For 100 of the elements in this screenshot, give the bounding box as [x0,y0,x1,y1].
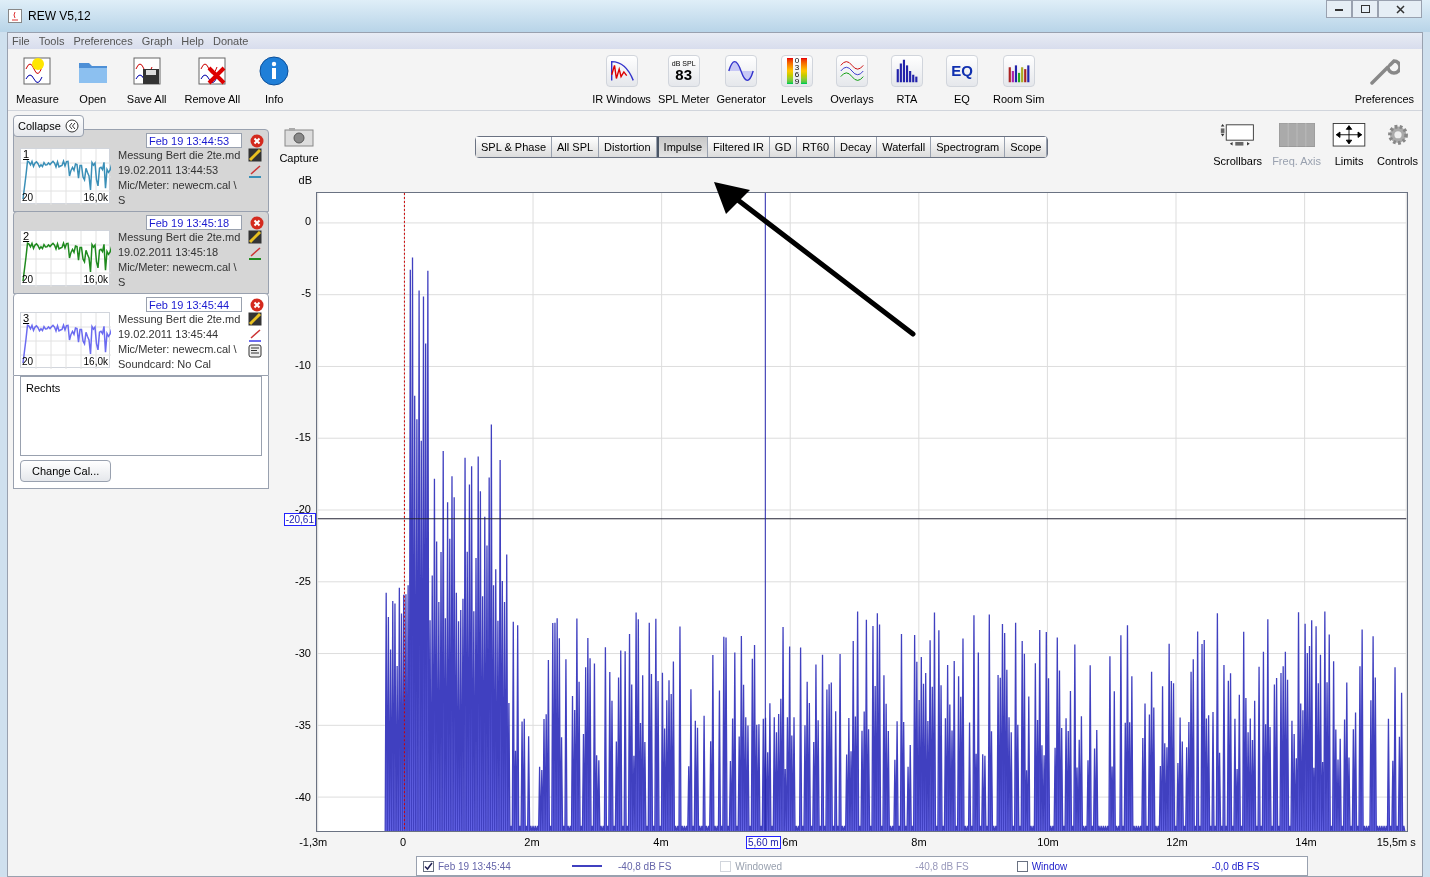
x-tick-label: 0 [399,837,407,848]
x-tick-label: 8m [911,837,927,848]
capture-button[interactable]: Capture [278,127,320,167]
toolbar-button[interactable]: Generator [716,55,766,108]
change-cal-button[interactable]: Change Cal... [20,460,112,482]
measurement-info: Mic/Meter: newecm.cal \ [118,342,238,357]
check-icon [424,861,433,871]
grid-panel-icon [1278,123,1315,147]
camera-icon [284,127,314,147]
x-tick-label: 10m [1037,837,1059,848]
toolbar-button[interactable]: Measure [14,55,61,108]
y-tick-label: 0 [304,216,311,227]
toolbar-button[interactable]: RTA [882,55,931,108]
measurement-info: S [118,275,127,290]
toolbar-button[interactable]: Room Sim [992,55,1045,108]
toolbar-button[interactable]: IR Windows [592,55,651,108]
graph-tab[interactable]: Scope [1005,137,1048,157]
menu-item[interactable]: Tools [38,32,65,50]
close-icon[interactable] [250,133,264,148]
eq-icon: EQ [945,55,978,87]
legend-checkbox[interactable] [423,860,434,872]
menu-item[interactable]: Preferences [73,32,133,50]
toolbar-button[interactable]: Overlays [827,55,876,108]
collapse-button[interactable]: Collapse [13,115,84,137]
close-icon[interactable] [250,215,264,230]
graph-tab[interactable]: GD [769,137,798,157]
response-thumbnail[interactable]: 2 20 16,0k [20,230,110,286]
axis-label: 20 [22,193,34,203]
measurement-name-field[interactable]: Feb 19 13:45:44 [146,297,242,312]
preferences-button[interactable]: Preferences [1354,55,1422,108]
pen-line-icon[interactable] [248,246,262,260]
measurement-info: Messung Bert die 2te.md [118,230,240,245]
maximize-button[interactable] [1352,0,1378,18]
level-meter-icon: 0 3 6 9 [780,55,813,87]
menu-item[interactable]: File [12,32,30,50]
close-icon [1395,4,1405,14]
impulse-decay-icon [605,55,638,87]
close-button[interactable] [1378,0,1422,18]
minimize-button[interactable] [1326,0,1352,18]
graph-tab[interactable]: Distortion [599,137,657,157]
measurement-card[interactable]: Feb 19 13:45:18 2 20 16,0k Messung Bert die 2te.md 19.02.2011 13:45:18 Mic/Meter: newecm.cal \ S [13,211,269,294]
y-tick-label: -20 [295,504,311,515]
graph-tab[interactable]: RT60 [797,137,836,157]
pen-line-icon[interactable] [248,164,262,178]
measurement-info: Messung Bert die 2te.md [118,312,240,327]
y-tick-label: -15 [295,432,311,443]
measurement-card[interactable]: Feb 19 13:45:44 3 20 16,0k Messung Bert die 2te.md 19.02.2011 13:45:44 Mic/Meter: newecm.cal \ Soundcard: No Cal [13,293,269,376]
graph-tab[interactable]: Waterfall [877,137,932,157]
window-title: REW V5,12 [28,8,91,25]
legend-label: Windowed [735,859,784,874]
line-swatch-icon [572,864,602,868]
graph-tab[interactable]: Impulse [656,137,709,157]
cursor-value-label: 5,60 m [746,836,781,849]
legend-checkbox[interactable] [1016,860,1028,872]
measurement-name-field[interactable]: Feb 19 13:45:18 [146,215,242,230]
toolbar-button[interactable]: 0 3 6 9 Levels [772,55,821,108]
measurement-number: 2 [23,231,30,242]
document-icon[interactable] [248,344,262,358]
graph-tab[interactable]: Spectrogram [931,137,1006,157]
measurement-number: 3 [23,313,30,324]
cursor-line[interactable] [764,192,766,832]
info-icon [258,55,291,87]
graph-tab[interactable]: SPL & Phase [476,137,553,157]
close-icon[interactable] [250,297,264,312]
measurement-info: 19.02.2011 13:44:53 [118,163,220,178]
toolbar-button[interactable]: Open [74,55,111,108]
graph-tab[interactable]: Filtered IR [708,137,770,157]
menu-item[interactable]: Donate [212,32,249,50]
response-thumbnail[interactable]: 3 20 16,0k [20,312,110,368]
cursor-line[interactable] [317,518,1407,520]
graph-tab[interactable]: Decay [835,137,878,157]
pencil-chart-icon[interactable] [248,230,262,244]
chart-cross-icon [196,55,229,87]
pen-line-icon[interactable] [248,328,262,342]
pencil-chart-icon[interactable] [248,312,262,326]
cursor-value-label: -20,61 [283,512,316,526]
y-tick-label: -5 [301,288,311,299]
graph-tab[interactable]: All SPL [552,137,600,157]
impulse-plot[interactable] [316,192,1408,832]
toolbar-button[interactable]: Remove All [182,55,243,108]
notes-field[interactable]: Rechts [20,376,262,456]
y-tick-label: -25 [295,576,311,587]
menu-item[interactable]: Graph [141,32,173,50]
response-thumbnail[interactable]: 1 20 16,0k [20,148,110,204]
graph-tool-button[interactable]: Limits [1331,123,1368,169]
x-tick-label: -1,3m [299,837,328,848]
pencil-chart-icon[interactable] [248,148,262,162]
x-tick-label: 12m [1166,837,1188,848]
toolbar-button[interactable]: Save All [124,55,169,108]
menu-item[interactable]: Help [181,32,204,50]
toolbar-button[interactable]: EQ EQ [937,55,986,108]
graph-tool-button[interactable]: Scrollbars [1213,123,1263,169]
legend-label: Feb 19 13:45:44 [438,859,512,874]
measurement-info: 19.02.2011 13:45:18 [118,245,220,260]
measurement-name-field[interactable]: Feb 19 13:44:53 [146,133,242,148]
axis-label: 20 [22,357,34,367]
toolbar-button[interactable]: Info [256,55,293,108]
measurement-info: Soundcard: No Cal [118,357,212,372]
chart-sun-icon [21,55,54,87]
graph-tool-button[interactable]: Controls [1377,123,1418,169]
